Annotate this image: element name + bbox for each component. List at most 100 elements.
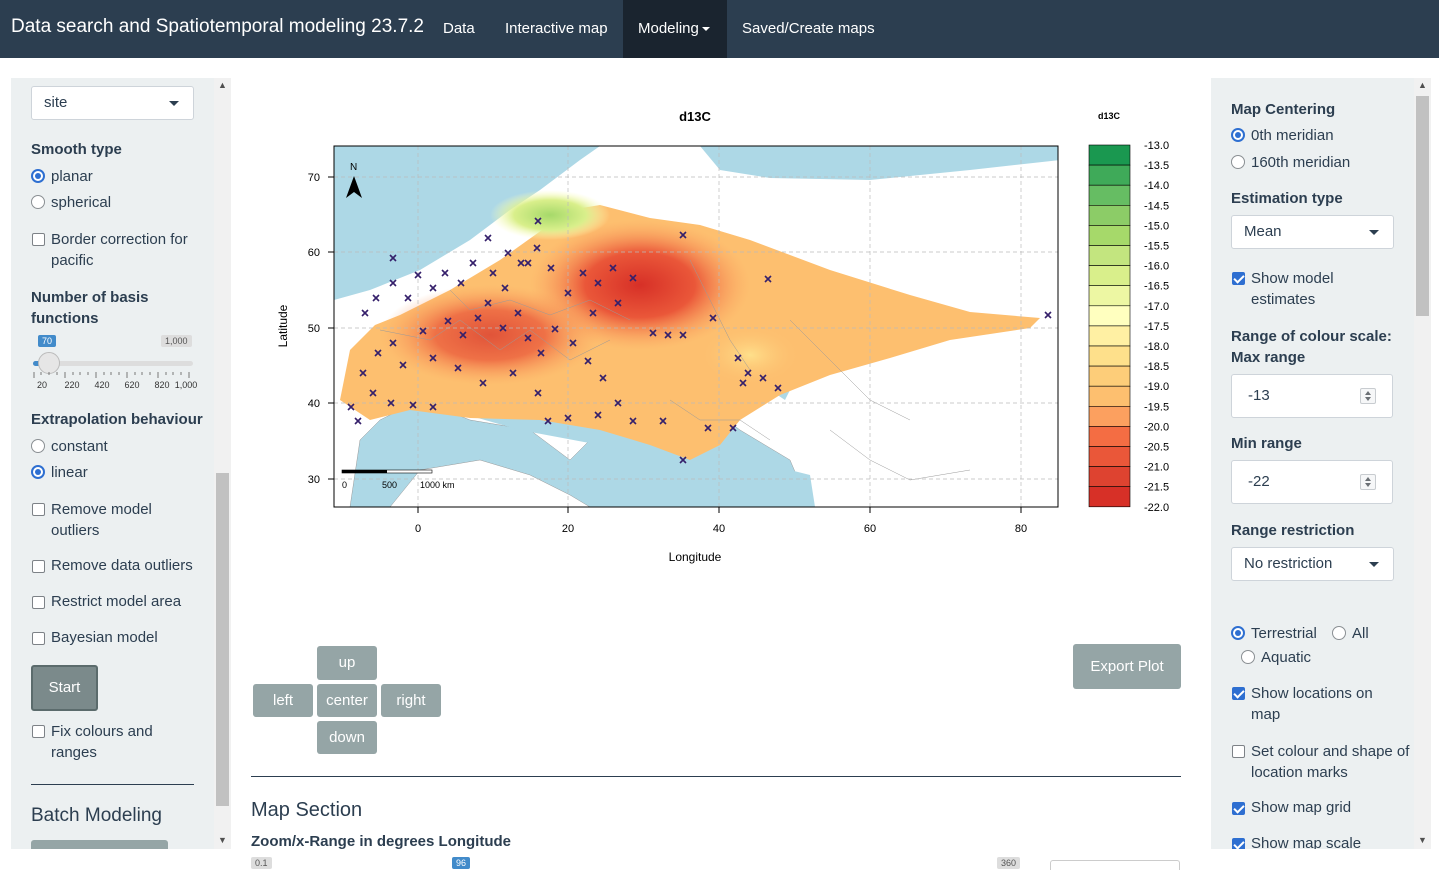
extrapolation-label: Extrapolation behaviour <box>31 411 203 428</box>
legend-label: -19.0 <box>1144 381 1169 393</box>
estimation-type-select[interactable]: Mean <box>1231 215 1394 249</box>
min-range-input[interactable]: -22 <box>1231 460 1393 504</box>
legend-label: -16.5 <box>1144 281 1169 293</box>
radio-aquatic[interactable] <box>1241 650 1255 664</box>
checkbox-bayesian-model[interactable] <box>32 632 45 645</box>
scroll-up-icon[interactable]: ▲ <box>214 80 231 90</box>
show-scale-label: Show map scale <box>1251 835 1362 849</box>
radio-constant[interactable] <box>31 439 45 453</box>
radio-spherical-label: spherical <box>51 194 112 211</box>
checkbox-show-grid[interactable] <box>1232 802 1245 815</box>
right-scrollbar-thumb[interactable] <box>1416 96 1429 316</box>
dropdown-arrow-icon <box>169 101 179 106</box>
checkbox-show-model-estimates[interactable] <box>1232 272 1245 285</box>
nav-modeling[interactable]: Modeling <box>623 0 727 58</box>
pan-left-button[interactable]: left <box>253 684 313 717</box>
legend-swatch <box>1088 305 1131 327</box>
max-range-input[interactable]: -13 <box>1231 374 1393 418</box>
checkbox-show-locations[interactable] <box>1232 687 1245 700</box>
dropdown-arrow-icon <box>1369 230 1379 235</box>
map-plot: d13C 0 500 1000 km N 0 20 40 60 80 30 40… <box>276 109 1169 564</box>
checkbox-border-correction[interactable] <box>32 233 45 246</box>
checkbox-remove-model-outliers[interactable] <box>32 503 45 516</box>
map-section-title: Map Section <box>251 799 363 821</box>
north-label: N <box>350 162 357 173</box>
spinner-icon[interactable] <box>1360 388 1376 404</box>
y-tick-label: 70 <box>308 172 320 184</box>
pan-up-button[interactable]: up <box>317 646 377 680</box>
min-range-label: Min range <box>1231 435 1302 452</box>
nav-data[interactable]: Data <box>428 0 490 58</box>
scale-label: 0 <box>342 480 347 490</box>
scroll-up-icon[interactable]: ▲ <box>1414 80 1431 90</box>
legend-label: -22.0 <box>1144 502 1169 514</box>
radio-spherical[interactable] <box>31 195 45 209</box>
slider-max-badge: 1,000 <box>161 335 192 347</box>
zoom-max-badge: 360 <box>997 857 1021 869</box>
y-tick-label: 60 <box>308 247 320 259</box>
map-centering-label: Map Centering <box>1231 101 1336 118</box>
checkbox-set-colour-shape[interactable] <box>1232 745 1245 758</box>
legend-swatch <box>1088 205 1131 226</box>
checkbox-restrict-model-area[interactable] <box>32 596 45 609</box>
legend-swatch <box>1088 184 1131 206</box>
legend-label: -20.0 <box>1144 421 1169 433</box>
slider-value-badge: 70 <box>38 335 57 347</box>
right-sidebar: Map Centering 0th meridian 160th meridia… <box>1211 78 1431 849</box>
start-button[interactable]: Start <box>31 665 98 711</box>
checkbox-remove-data-outliers[interactable] <box>32 560 45 573</box>
center-button[interactable]: center <box>317 684 377 717</box>
y-tick-label: 40 <box>308 398 320 410</box>
slider-handle[interactable] <box>38 352 60 374</box>
export-plot-button[interactable]: Export Plot <box>1073 644 1181 689</box>
zoom-input[interactable] <box>1050 860 1180 870</box>
left-scrollbar-thumb[interactable] <box>216 473 229 806</box>
radio-all[interactable] <box>1332 626 1346 640</box>
caret-down-icon <box>701 27 710 32</box>
scroll-down-icon[interactable]: ▼ <box>214 835 231 845</box>
checkbox-show-scale[interactable] <box>1232 838 1245 849</box>
left-sidebar: site Smooth type planar spherical Border… <box>11 78 231 849</box>
spinner-icon[interactable] <box>1360 474 1376 490</box>
show-grid-label: Show map grid <box>1251 799 1352 816</box>
estimation-type-value: Mean <box>1244 223 1282 240</box>
legend-swatch <box>1088 345 1131 367</box>
site-select[interactable]: site <box>31 86 194 120</box>
checkbox-fix-colours[interactable] <box>32 725 45 738</box>
scroll-down-icon[interactable]: ▼ <box>1414 835 1431 845</box>
legend-swatch <box>1088 365 1131 387</box>
radio-terrestrial[interactable] <box>1231 626 1245 640</box>
radio-160th-meridian[interactable] <box>1231 155 1245 169</box>
border-correction-label: Border correction for pacific <box>51 231 188 269</box>
x-tick-label: 0 <box>415 523 421 535</box>
legend-label: -17.0 <box>1144 301 1169 313</box>
radio-0th-meridian[interactable] <box>1231 128 1245 142</box>
x-axis-label: Longitude <box>669 550 722 564</box>
color-legend: -13.0 -13.5 -14.0 -14.5 -15.0 -15.5 -16.0 -16.5… <box>1088 140 1169 514</box>
set-colour-shape-label: Set colour and shape of location marks <box>1251 743 1410 781</box>
navbar: Data search and Spatiotemporal modeling … <box>0 0 1439 58</box>
y-tick-label: 30 <box>308 474 320 486</box>
radio-planar[interactable] <box>31 169 45 183</box>
nav-saved-create-maps[interactable]: Saved/Create maps <box>727 0 890 58</box>
legend-label: -19.5 <box>1144 401 1169 413</box>
restrict-model-area-label: Restrict model area <box>51 593 182 610</box>
legend-label: -18.0 <box>1144 341 1169 353</box>
map-area: 0 500 1000 km N <box>334 146 1058 507</box>
max-range-value: -13 <box>1248 387 1270 404</box>
pan-down-button[interactable]: down <box>317 721 377 754</box>
remove-data-outliers-label: Remove data outliers <box>51 557 193 574</box>
estimation-type-label: Estimation type <box>1231 190 1343 207</box>
range-restriction-select[interactable]: No restriction <box>1231 547 1394 581</box>
range-restriction-label: Range restriction <box>1231 522 1355 539</box>
legend-label: -17.5 <box>1144 321 1169 333</box>
legend-swatch <box>1088 325 1131 347</box>
pan-right-button[interactable]: right <box>381 684 441 717</box>
nav-interactive-map[interactable]: Interactive map <box>490 0 623 58</box>
radio-linear-label: linear <box>51 464 88 481</box>
min-range-value: -22 <box>1248 473 1270 490</box>
radio-linear[interactable] <box>31 465 45 479</box>
app-brand[interactable]: Data search and Spatiotemporal modeling … <box>11 16 424 38</box>
batch-button[interactable] <box>31 840 168 849</box>
radio-all-label: All <box>1352 625 1369 642</box>
